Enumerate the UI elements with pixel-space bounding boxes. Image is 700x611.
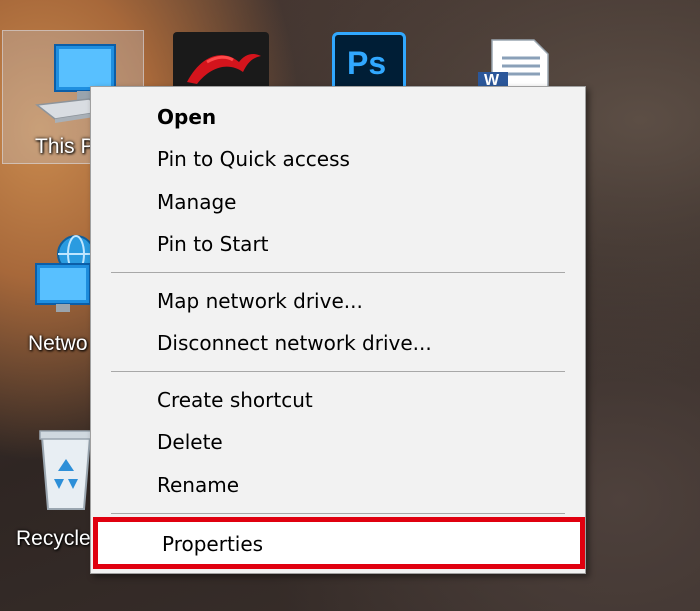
recycle-bin-icon bbox=[39, 430, 93, 510]
red-dragon-app-icon bbox=[187, 54, 261, 84]
menu-item-pin-to-quick-access[interactable]: Pin to Quick access bbox=[91, 139, 585, 179]
menu-separator bbox=[111, 371, 565, 372]
menu-item-map-network-drive[interactable]: Map network drive... bbox=[91, 281, 585, 321]
desktop-icon-label: Recycle bbox=[16, 527, 91, 550]
menu-item-disconnect-network-drive[interactable]: Disconnect network drive... bbox=[91, 323, 585, 363]
menu-item-pin-to-start[interactable]: Pin to Start bbox=[91, 224, 585, 264]
desktop-app-word-document[interactable]: W bbox=[478, 38, 552, 93]
context-menu: Open Pin to Quick access Manage Pin to S… bbox=[90, 86, 586, 574]
desktop-icon-label: Netwo bbox=[28, 332, 88, 355]
menu-item-open[interactable]: Open bbox=[91, 97, 585, 137]
menu-item-create-shortcut[interactable]: Create shortcut bbox=[91, 380, 585, 420]
menu-item-delete[interactable]: Delete bbox=[91, 422, 585, 462]
menu-item-rename[interactable]: Rename bbox=[91, 465, 585, 505]
desktop-icon-label: This P bbox=[35, 135, 95, 158]
desktop-app-photoshop[interactable]: Ps bbox=[332, 32, 406, 92]
desktop-app-red-dragon[interactable] bbox=[173, 32, 269, 92]
menu-item-properties[interactable]: Properties bbox=[93, 517, 585, 569]
photoshop-icon: Ps bbox=[347, 45, 387, 81]
menu-item-manage[interactable]: Manage bbox=[91, 182, 585, 222]
menu-separator bbox=[111, 272, 565, 273]
menu-separator bbox=[111, 513, 565, 514]
